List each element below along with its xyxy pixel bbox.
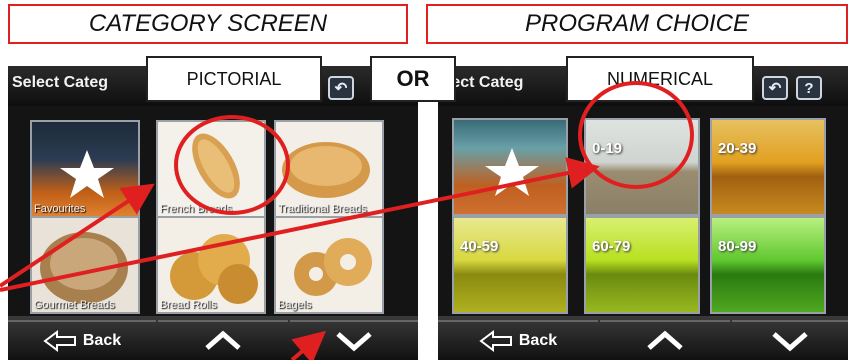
tile-label: Traditional Breads (278, 203, 367, 215)
back-label: Back (82, 332, 122, 349)
tile-bagels[interactable]: Bagels (274, 216, 384, 314)
pictorial-label: PICTORIAL (186, 68, 282, 89)
chevron-down-icon (772, 332, 808, 352)
scroll-up-button[interactable] (600, 320, 730, 360)
tile-label: French Breads (160, 203, 233, 215)
tile-favourites[interactable]: Favourites (30, 120, 140, 218)
scroll-down-button[interactable] (732, 320, 848, 360)
tile-label: Favourites (34, 203, 86, 215)
tile-favourites[interactable] (452, 118, 568, 216)
undo-icon[interactable]: ↶ (762, 76, 788, 100)
caption-right-text: PROGRAM CHOICE (524, 10, 749, 37)
tile-label: Bagels (278, 299, 312, 311)
star-icon (485, 148, 539, 196)
scroll-down-button[interactable] (290, 320, 418, 360)
tile-label: Gourmet Breads (34, 299, 115, 311)
back-button[interactable]: Back (8, 320, 156, 360)
tile-programs-20-39[interactable]: 20-39 (710, 118, 826, 216)
chevron-up-icon (205, 330, 241, 350)
tile-programs-0-19[interactable]: 0-19 (584, 118, 700, 216)
tile-gourmet-breads[interactable]: Gourmet Breads (30, 216, 140, 314)
bottom-bar: Back (438, 316, 848, 360)
tile-traditional-breads[interactable]: Traditional Breads (274, 120, 384, 218)
tile-programs-80-99[interactable]: 80-99 (710, 216, 826, 314)
bottom-bar: Back (8, 316, 418, 360)
caption-left-text: CATEGORY SCREEN (88, 10, 328, 37)
or-label: OR (396, 66, 430, 91)
back-button[interactable]: Back (438, 320, 598, 360)
back-arrow-icon (43, 330, 76, 352)
caption-category-screen: CATEGORY SCREEN (8, 4, 408, 44)
tile-french-breads[interactable]: French Breads (156, 120, 266, 218)
tile-bread-rolls[interactable]: Bread Rolls (156, 216, 266, 314)
tile-range-label: 60-79 (592, 238, 631, 255)
back-label: Back (518, 332, 558, 349)
screen-title: Select Categ (12, 74, 109, 91)
chevron-up-icon (647, 330, 683, 350)
numerical-label: NUMERICAL (606, 68, 713, 89)
tile-range-label: 40-59 (460, 238, 499, 255)
pictorial-label-box: PICTORIAL (146, 56, 322, 102)
caption-program-choice: PROGRAM CHOICE (426, 4, 848, 44)
tile-range-label: 20-39 (718, 140, 757, 157)
tile-range-label: 80-99 (718, 238, 757, 255)
program-choice-screen-right: elect Categ ↶ ? 0-19 20-39 40-59 60-79 8… (438, 66, 848, 360)
or-label-box: OR (370, 56, 456, 102)
tile-range-label: 0-19 (592, 140, 623, 157)
category-screen-left: Select Categ ↶ Favourites French Breads … (8, 66, 418, 360)
tile-label: Bread Rolls (160, 299, 217, 311)
help-icon[interactable]: ? (796, 76, 822, 100)
back-arrow-icon (479, 330, 512, 352)
chevron-down-icon (336, 332, 372, 352)
numerical-label-box: NUMERICAL (566, 56, 754, 102)
tile-programs-40-59[interactable]: 40-59 (452, 216, 568, 314)
scroll-up-button[interactable] (158, 320, 288, 360)
undo-icon[interactable]: ↶ (328, 76, 354, 100)
tile-programs-60-79[interactable]: 60-79 (584, 216, 700, 314)
